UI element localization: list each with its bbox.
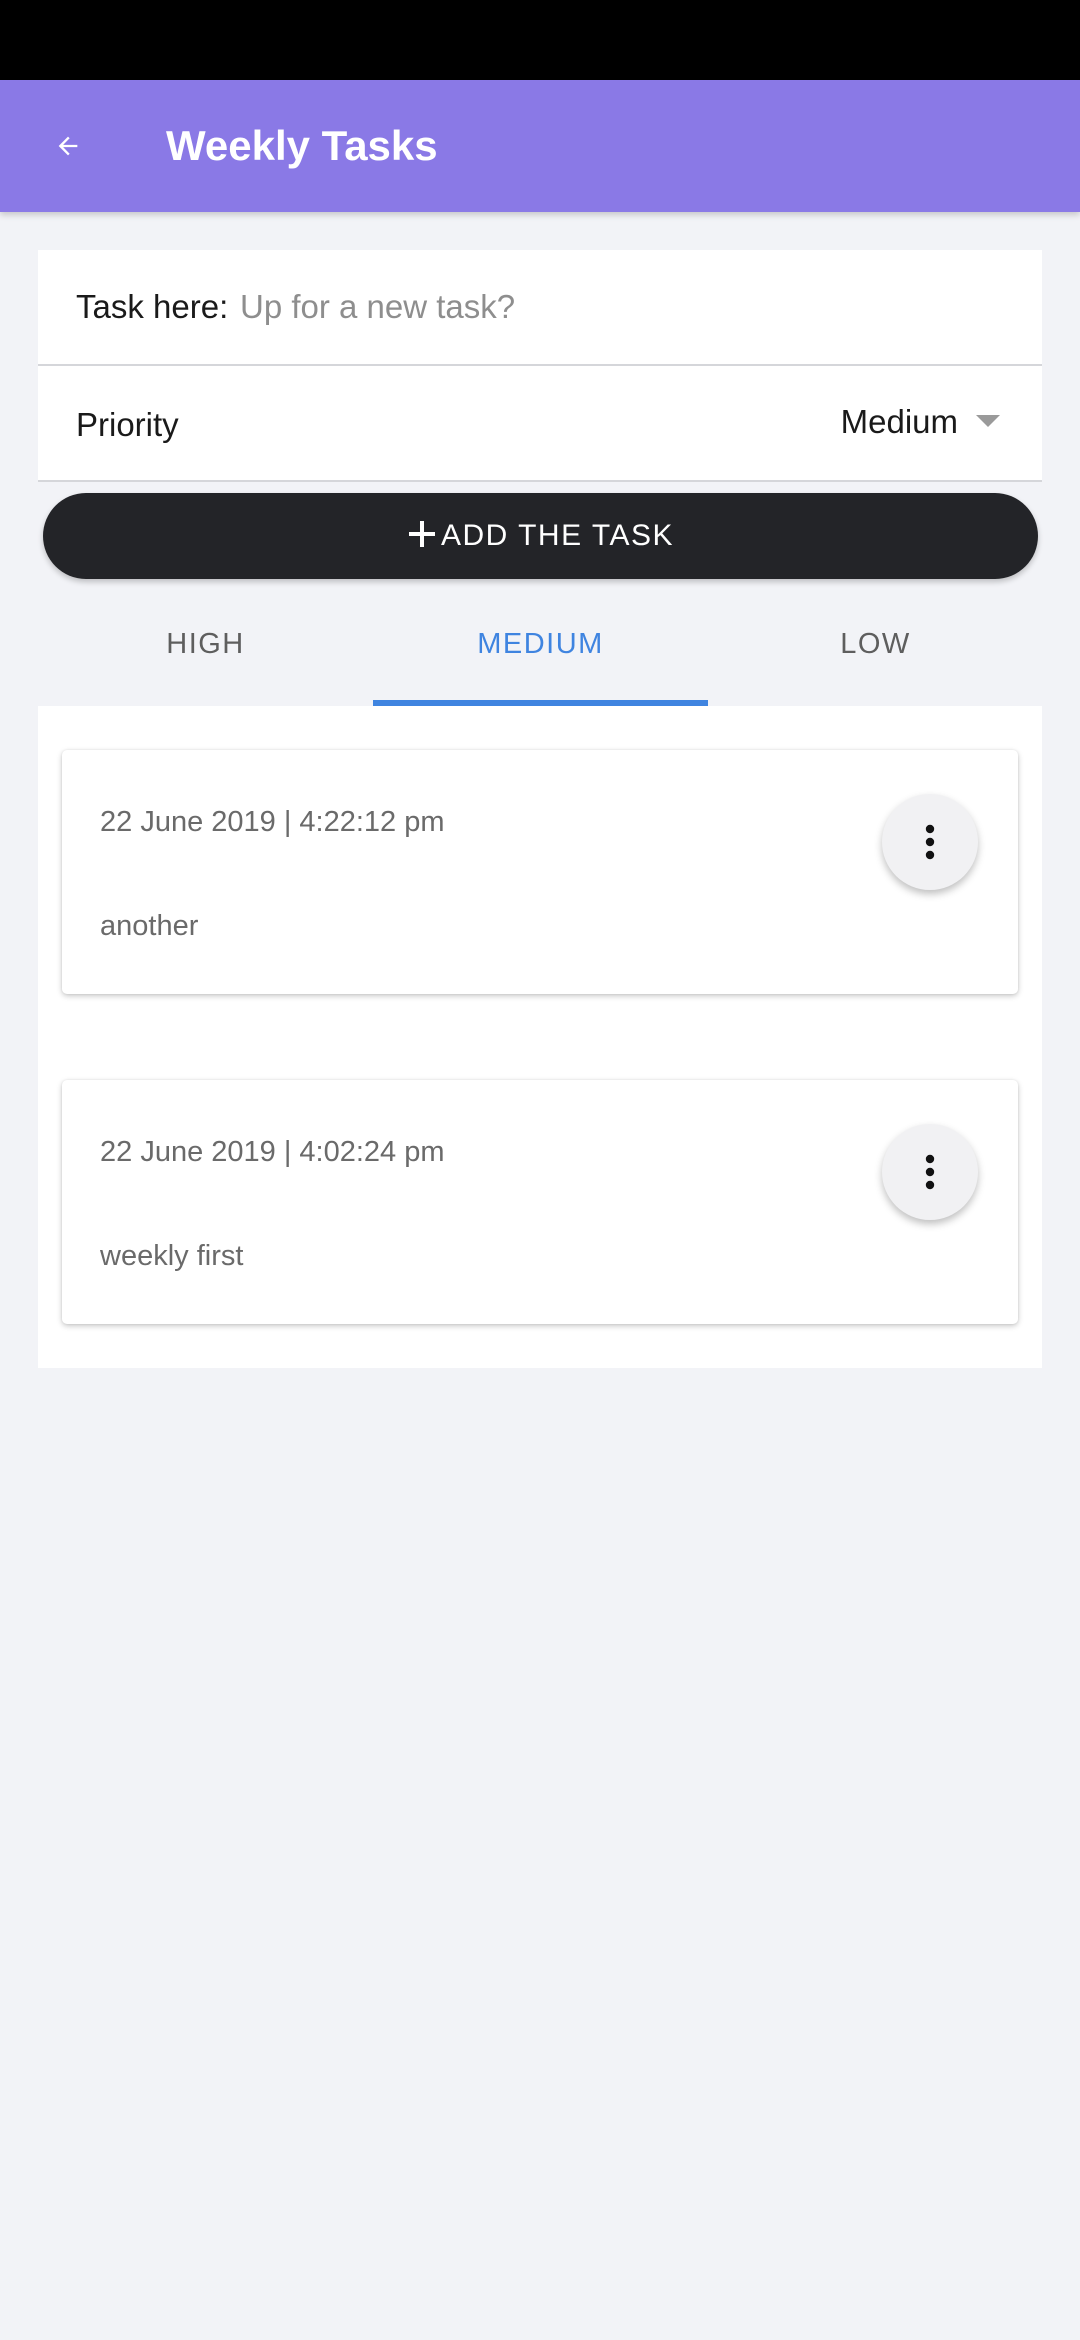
more-vertical-icon: [925, 824, 935, 860]
task-text: weekly first: [100, 1240, 244, 1272]
tab-high[interactable]: HIGH: [38, 600, 373, 706]
add-task-label: ADD THE TASK: [440, 519, 675, 552]
caret-down-icon: [976, 415, 1000, 427]
priority-row: Priority Medium: [38, 366, 1042, 482]
app-bar: Weekly Tasks: [0, 80, 1080, 212]
task-form: Task here: Priority Medium: [38, 250, 1042, 482]
page-title: Weekly Tasks: [166, 122, 438, 169]
task-date: 22 June 2019 | 4:02:24 pm: [100, 1136, 445, 1168]
priority-label: Priority: [76, 406, 179, 443]
more-vertical-icon: [925, 1154, 935, 1190]
arrow-left-icon: [58, 136, 78, 156]
priority-tabs: HIGH MEDIUM LOW: [38, 600, 1042, 706]
back-button[interactable]: [34, 112, 102, 180]
task-menu-button[interactable]: [882, 1124, 978, 1220]
priority-dropdown[interactable]: Medium: [841, 388, 1000, 456]
task-text: another: [100, 910, 199, 942]
task-row: Task here:: [38, 250, 1042, 366]
tab-medium[interactable]: MEDIUM: [373, 600, 708, 706]
task-card[interactable]: 22 June 2019 | 4:22:12 pm another: [62, 750, 1018, 994]
task-menu-button[interactable]: [882, 794, 978, 890]
task-label: Task here:: [76, 288, 229, 325]
add-task-button[interactable]: ADD THE TASK: [43, 493, 1038, 579]
tab-low[interactable]: LOW: [708, 600, 1043, 706]
priority-value: Medium: [840, 403, 958, 440]
task-list: 22 June 2019 | 4:22:12 pm another 22 Jun…: [38, 706, 1042, 1368]
task-card[interactable]: 22 June 2019 | 4:02:24 pm weekly first: [62, 1080, 1018, 1324]
status-bar: [0, 0, 1080, 80]
task-date: 22 June 2019 | 4:22:12 pm: [100, 806, 445, 838]
task-input[interactable]: [240, 278, 1000, 336]
plus-icon: [407, 516, 437, 556]
